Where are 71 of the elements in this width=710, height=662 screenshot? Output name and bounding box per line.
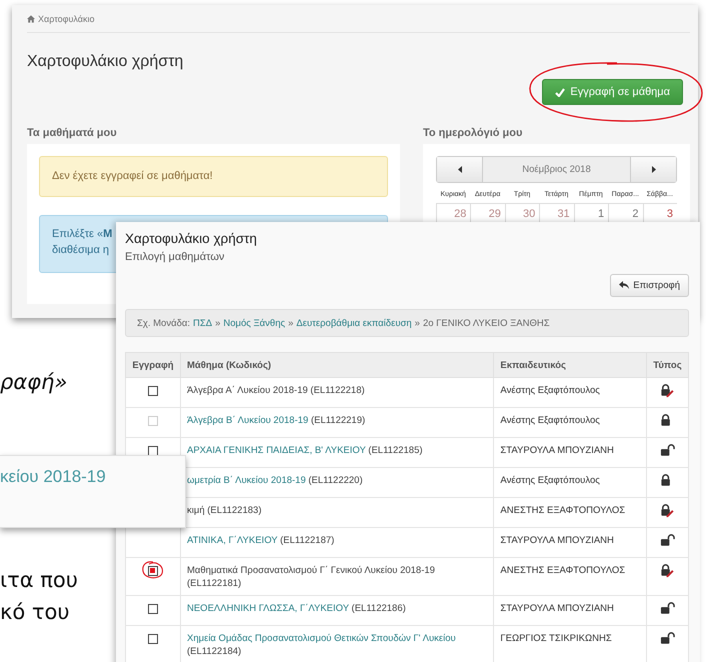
course-code: (EL1122186) [352, 603, 406, 614]
column-header: Μάθημα (Κωδικός) [180, 352, 494, 378]
course-code: (EL1122220) [308, 475, 363, 486]
course-name: Μαθηματικά Προσανατολισμού Γ΄ Γενικού Λυκείου 2018-19 [186, 565, 435, 576]
info-text: διαθέσιμα η [52, 243, 110, 258]
page-subtitle: Επιλογή μαθημάτων [125, 251, 226, 263]
checkbox[interactable] [148, 634, 158, 644]
checkbox[interactable] [148, 386, 158, 396]
table-cell: ΣΤΑΥΡΟΥΛΑ ΜΠΟΥΖΙΑΝΗ [494, 596, 646, 626]
course-link[interactable]: κείου 2018-19 [0, 467, 185, 487]
warning-alert: Δεν έχετε εγγραφεί σε μαθήματα! [39, 156, 388, 197]
course-code: (EL1122183) [207, 505, 262, 516]
back-button[interactable]: Επιστροφή [610, 274, 689, 297]
caret-right-icon [652, 166, 656, 173]
calendar-day[interactable]: 29 [488, 208, 501, 220]
calendar-day[interactable]: 1 [598, 208, 604, 220]
section-heading: Τα μαθήματά μου [27, 127, 118, 141]
course-link[interactable]: ΑΡΧΑΙΑ ΓΕΝΙΚΗΣ ΠΑΙΔΕΙΑΣ, Β' ΛΥΚΕΙΟΥ [186, 445, 366, 456]
breadcrumb-separator: » [215, 318, 220, 328]
page-title: Χαρτοφυλάκιο χρήστη [27, 53, 184, 71]
table-cell: ΣΤΑΥΡΟΥΛΑ ΜΠΟΥΖΙΑΝΗ [494, 438, 646, 468]
document-text: ιτα που [0, 568, 78, 592]
page-title: Χαρτοφυλάκιο χρήστη [125, 231, 258, 246]
calendar-day[interactable]: 28 [454, 208, 466, 220]
course-code: (EL1122218) [310, 385, 365, 396]
check-icon [555, 88, 566, 96]
breadcrumb-item: 2ο ΓΕΝΙΚΟ ΛΥΚΕΙΟ ΞΑΝΘΗΣ [422, 318, 550, 328]
calendar-day[interactable]: 3 [666, 208, 673, 220]
breadcrumb-link[interactable]: ΠΣΔ [193, 318, 212, 328]
breadcrumb-link[interactable]: Νομός Ξάνθης [223, 318, 286, 328]
course-code: (EL1122185) [368, 445, 423, 456]
section-heading: Το ημερολόγιό μου [423, 127, 524, 141]
table-cell: ΣΤΑΥΡΟΥΛΑ ΜΠΟΥΖΙΑΝΗ [494, 528, 646, 558]
course-link[interactable]: Χημεία Ομάδας Προσανατολισμού Θετικών Σπουδών Γ' Λυκείου [186, 633, 456, 644]
calendar-day[interactable]: 2 [632, 208, 639, 220]
course-code: (EL1122184) [186, 646, 242, 657]
course-code: (EL1122187) [280, 535, 334, 546]
course-code: (EL1122181) [186, 578, 242, 589]
document-text: ραφή» [0, 370, 68, 394]
document-text: κό του [0, 600, 70, 624]
breadcrumb-separator: » [414, 318, 420, 328]
breadcrumb-label: Σχ. Μονάδα: [137, 318, 190, 328]
month-label: Νοέμβριος 2018 [521, 163, 592, 177]
breadcrumb-link[interactable]: Δευτεροβάθμια εκπαίδευση [296, 318, 412, 328]
checkbox[interactable] [148, 604, 158, 614]
calendar-day[interactable]: 31 [557, 208, 570, 220]
reply-arrow-icon [619, 281, 630, 290]
course-link[interactable]: ΑΤΙΝΙΚΑ, Γ΄ΛΥΚΕΙΟΥ [186, 535, 278, 546]
caret-left-icon [458, 166, 462, 173]
table-cell: Ανέστης Εξαφτόπουλος [494, 468, 646, 498]
table-cell: ΑΝΕΣΤΗΣ ΕΞΑΦΤΟΠΟΥΛΟΣ [494, 498, 646, 528]
course-code: (EL1122219) [310, 415, 366, 426]
table-cell: Ανέστης Εξαφτόπουλος [494, 408, 646, 438]
home-icon [27, 14, 35, 22]
column-header: Εγγραφή [126, 352, 180, 378]
column-header: Εκπαιδευτικός [494, 352, 646, 378]
checkbox[interactable] [148, 566, 158, 576]
info-text: Επιλέξτε «Μ [52, 227, 112, 242]
course-link[interactable]: ωμετρία Β΄ Λυκείου 2018-19 [186, 475, 306, 486]
course-link[interactable]: ΝΕΟΕΛΛΗΝΙΚΗ ΓΛΩΣΣΑ, Γ΄ΛΥΚΕΙΟΥ [186, 603, 349, 614]
table-cell: Ανέστης Εξαφτόπουλος [494, 378, 646, 408]
course-name: Άλγεβρα Α΄ Λυκείου 2018-19 [186, 385, 308, 396]
course-link[interactable]: Άλγεβρα Β΄ Λυκείου 2018-19 [186, 415, 308, 426]
breadcrumb-separator: » [288, 318, 294, 328]
calendar-day[interactable]: 30 [523, 208, 536, 220]
course-name: κιμή [186, 505, 205, 516]
column-header: Τύπος [646, 352, 688, 378]
table-cell: ΑΝΕΣΤΗΣ ΕΞΑΦΤΟΠΟΥΛΟΣ [494, 558, 646, 596]
checkbox[interactable] [148, 446, 158, 456]
breadcrumb-link[interactable]: Χαρτοφυλάκιο [38, 14, 94, 24]
enroll-button[interactable]: Εγγραφή σε μάθημα [542, 79, 683, 105]
